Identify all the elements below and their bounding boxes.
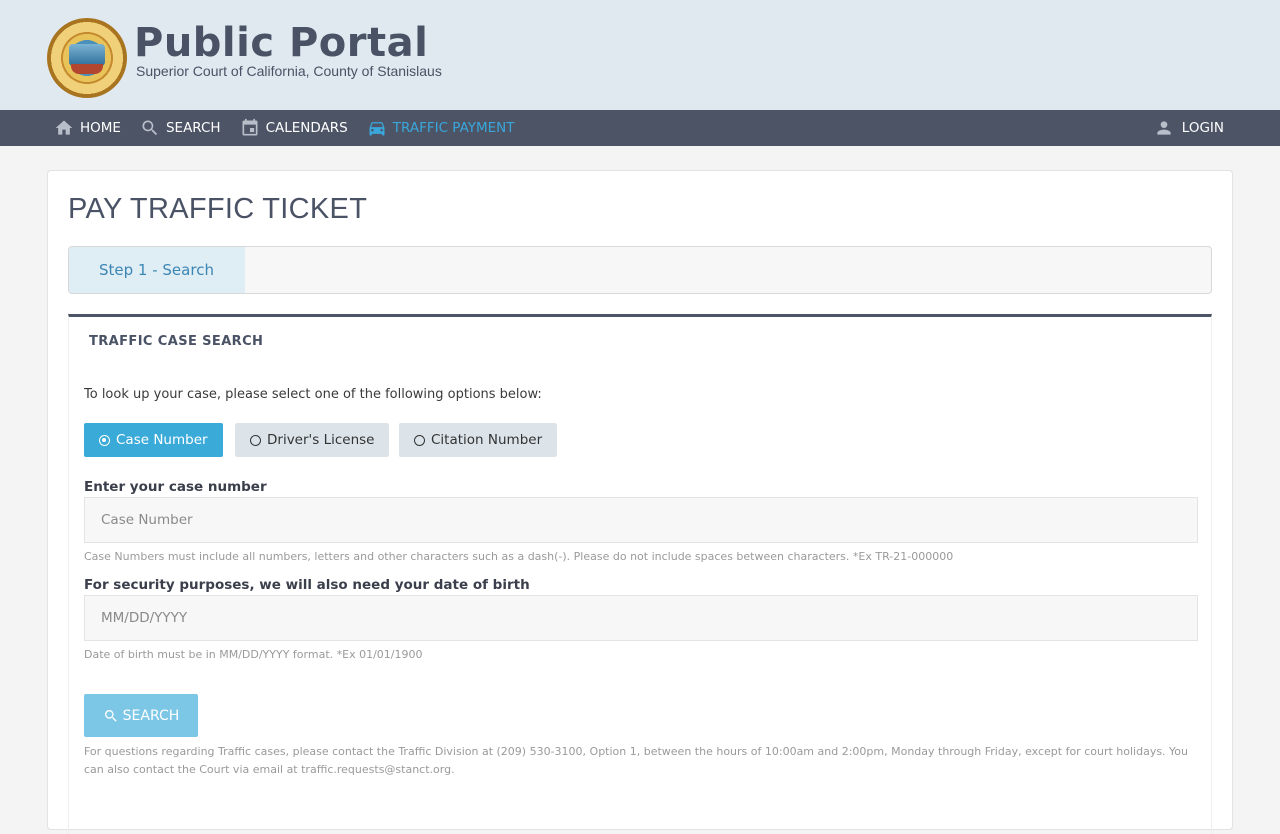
user-icon [1157, 121, 1171, 135]
option-drivers-license[interactable]: Driver's License [235, 423, 390, 457]
search-button[interactable]: SEARCH [84, 694, 198, 737]
content-card: PAY TRAFFIC TICKET Step 1 - Search TRAFF… [47, 170, 1233, 834]
nav-search-label: SEARCH [165, 120, 221, 136]
seal-ground [71, 64, 103, 74]
search-instructions: To look up your case, please select one … [84, 387, 542, 402]
search-button-label: SEARCH [122, 707, 180, 724]
traffic-case-search-panel: TRAFFIC CASE SEARCH To look up your case… [68, 314, 1212, 834]
step-1-search: Step 1 - Search [69, 247, 245, 293]
option-case-number-label: Case Number [116, 432, 208, 448]
panel-title: TRAFFIC CASE SEARCH [89, 334, 264, 349]
step-arrow [230, 247, 245, 293]
case-number-label: Enter your case number [84, 479, 267, 495]
home-icon [55, 120, 73, 135]
option-citation-number[interactable]: Citation Number [399, 423, 558, 457]
login-link[interactable]: LOGIN [1154, 110, 1224, 146]
option-case-number[interactable]: Case Number [84, 423, 223, 457]
nav-traffic-payment-label: TRAFFIC PAYMENT [392, 120, 515, 136]
portal-subtitle: Superior Court of California, County of … [136, 63, 442, 79]
nav-search[interactable]: SEARCH [140, 118, 221, 138]
seal-sky [69, 44, 105, 66]
page-title: PAY TRAFFIC TICKET [68, 193, 368, 225]
car-icon [369, 122, 385, 136]
calendar-icon [242, 118, 258, 136]
radio-unselected-icon [250, 434, 261, 446]
dob-help: Date of birth must be in MM/DD/YYYY form… [84, 648, 423, 661]
radio-unselected-icon [414, 434, 425, 446]
search-icon [142, 120, 158, 136]
portal-title[interactable]: Public Portal [134, 20, 428, 66]
court-seal-logo[interactable] [47, 18, 127, 98]
contact-note: For questions regarding Traffic cases, p… [84, 745, 1189, 776]
step-progress-bar: Step 1 - Search [68, 246, 1212, 294]
nav-calendars[interactable]: CALENDARS [240, 118, 348, 138]
option-drivers-license-label: Driver's License [267, 432, 375, 448]
nav-traffic-payment[interactable]: TRAFFIC PAYMENT [367, 118, 515, 138]
nav-calendars-label: CALENDARS [265, 120, 348, 136]
login-label: LOGIN [1181, 120, 1224, 136]
option-citation-number-label: Citation Number [431, 432, 543, 448]
case-number-input[interactable] [84, 497, 1198, 543]
dob-input[interactable] [84, 595, 1198, 641]
nav-home[interactable]: HOME [54, 118, 121, 138]
radio-selected-icon [99, 434, 110, 446]
site-header: Public Portal Superior Court of Californ… [0, 0, 1280, 110]
search-icon [104, 709, 117, 722]
dob-label: For security purposes, we will also need… [84, 577, 530, 593]
case-number-help: Case Numbers must include all numbers, l… [84, 550, 954, 563]
nav-home-label: HOME [80, 120, 121, 136]
main-navbar: HOME SEARCH CALENDARS TRAFFIC PAYMENT LO… [0, 110, 1280, 146]
